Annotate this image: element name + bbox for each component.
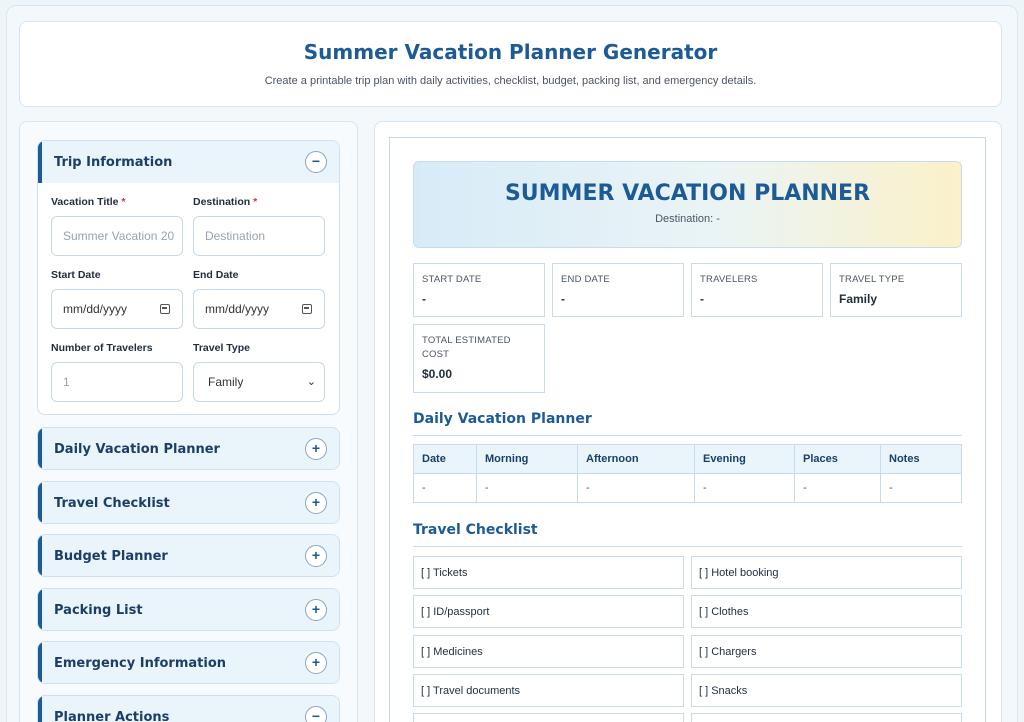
expand-icon[interactable]: + — [305, 652, 327, 674]
page-subtitle: Create a printable trip plan with daily … — [264, 75, 757, 87]
column-header: Notes — [880, 444, 962, 474]
collapse-icon[interactable]: − — [305, 151, 327, 173]
calendar-icon[interactable] — [160, 304, 170, 314]
travelers-input[interactable]: 1 — [51, 362, 183, 402]
section-title: Budget Planner — [54, 548, 168, 564]
planner-actions-header[interactable]: Planner Actions − — [38, 696, 339, 722]
expand-icon[interactable]: + — [305, 438, 327, 460]
planner-destination: Destination: - — [655, 213, 720, 225]
daily-planner-panel: Daily Vacation Planner + — [37, 427, 340, 470]
info-card-total-cost: TOTAL ESTIMATED COST $0.00 — [413, 324, 545, 393]
vacation-title-label: Vacation Title * — [51, 196, 126, 208]
checklist-item: [ ] Travel documents — [413, 674, 684, 707]
column-header: Afternoon — [577, 444, 695, 474]
info-card-travel-type: TRAVEL TYPE Family — [830, 263, 962, 317]
daily-planner-table: Date Morning Afternoon Evening Places No… — [413, 444, 962, 503]
travel-type-select[interactable]: Family ⌄ — [193, 362, 325, 402]
column-header: Morning — [476, 444, 578, 474]
table-cell: - — [413, 473, 477, 503]
budget-planner-panel: Budget Planner + — [37, 534, 340, 577]
start-date-label: Start Date — [51, 269, 101, 281]
info-card-travelers: TRAVELERS - — [691, 263, 823, 317]
destination-input[interactable]: Destination — [193, 216, 325, 256]
budget-planner-header[interactable]: Budget Planner + — [38, 535, 339, 576]
planner-title: SUMMER VACATION PLANNER — [504, 181, 871, 206]
info-card-start-date: START DATE - — [413, 263, 545, 317]
checklist-item: [ ] Snacks — [691, 674, 962, 707]
checklist-item: [ ] Medicines — [413, 635, 684, 668]
planner-actions-panel: Planner Actions − — [37, 695, 340, 722]
chevron-down-icon: ⌄ — [306, 376, 316, 388]
daily-planner-heading: Daily Vacation Planner — [413, 411, 962, 436]
checklist-item: [ ] Clothes — [691, 595, 962, 628]
travel-type-label: Travel Type — [193, 342, 251, 354]
table-cell: - — [577, 473, 695, 503]
travel-checklist-heading: Travel Checklist — [413, 522, 962, 547]
column-header: Evening — [694, 444, 795, 474]
travel-checklist-header[interactable]: Travel Checklist + — [38, 482, 339, 523]
daily-planner-header[interactable]: Daily Vacation Planner + — [38, 428, 339, 469]
end-date-label: End Date — [193, 269, 239, 281]
expand-icon[interactable]: + — [305, 545, 327, 567]
section-title: Planner Actions — [54, 709, 170, 722]
info-card-end-date: END DATE - — [552, 263, 684, 317]
section-title: Travel Checklist — [54, 495, 170, 511]
travel-checklist-panel: Travel Checklist + — [37, 481, 340, 524]
table-header-row: Date Morning Afternoon Evening Places No… — [413, 444, 962, 474]
section-title: Daily Vacation Planner — [54, 441, 220, 457]
checklist-item: [ ] ID/passport — [413, 595, 684, 628]
table-row: - - - - - - — [413, 473, 962, 503]
table-cell: - — [694, 473, 795, 503]
checklist-item — [691, 713, 962, 722]
checklist-item: [ ] Chargers — [691, 635, 962, 668]
table-cell: - — [794, 473, 881, 503]
calendar-icon[interactable] — [302, 304, 312, 314]
trip-information-title: Trip Information — [54, 154, 173, 170]
checklist-item: [ ] Hotel booking — [691, 556, 962, 589]
checklist-item — [413, 713, 684, 722]
travelers-label: Number of Travelers — [51, 342, 153, 354]
column-header: Date — [413, 444, 477, 474]
expand-icon[interactable]: + — [305, 492, 327, 514]
planner-banner: SUMMER VACATION PLANNER Destination: - — [413, 161, 962, 248]
emergency-info-panel: Emergency Information + — [37, 641, 340, 684]
page-header: Summer Vacation Planner Generator Create… — [19, 21, 1002, 107]
start-date-input[interactable]: mm/dd/yyyy — [51, 289, 183, 329]
expand-icon[interactable]: + — [305, 599, 327, 621]
section-title: Emergency Information — [54, 655, 227, 671]
page-title: Summer Vacation Planner Generator — [303, 40, 718, 64]
packing-list-panel: Packing List + — [37, 588, 340, 631]
vacation-title-input[interactable]: Summer Vacation 20 — [51, 216, 183, 256]
packing-list-header[interactable]: Packing List + — [38, 589, 339, 630]
end-date-input[interactable]: mm/dd/yyyy — [193, 289, 325, 329]
table-cell: - — [476, 473, 578, 503]
trip-information-header[interactable]: Trip Information − — [38, 141, 339, 183]
destination-label: Destination * — [193, 196, 258, 208]
collapse-icon[interactable]: − — [305, 706, 327, 722]
checklist-item: [ ] Tickets — [413, 556, 684, 589]
emergency-info-header[interactable]: Emergency Information + — [38, 642, 339, 683]
table-cell: - — [880, 473, 962, 503]
section-title: Packing List — [54, 602, 143, 618]
column-header: Places — [794, 444, 881, 474]
